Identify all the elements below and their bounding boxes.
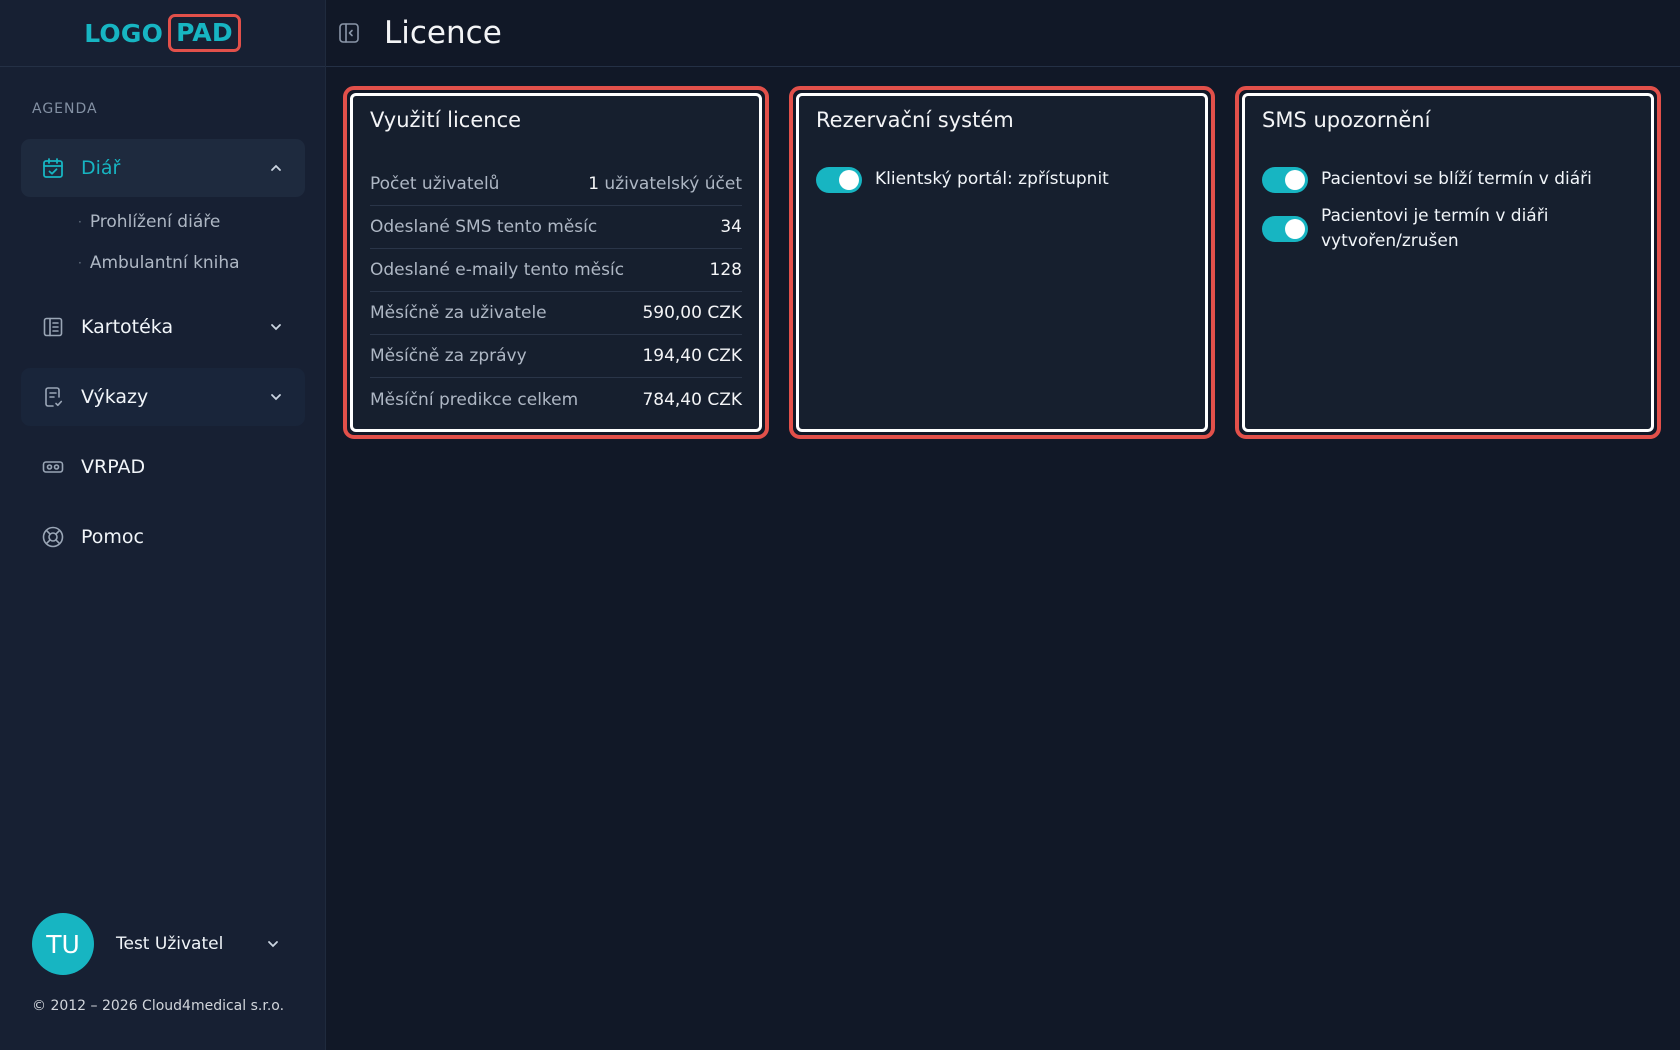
- stat-label: Počet uživatelů: [370, 174, 500, 194]
- stat-row-monthly-messages: Měsíčně za zprávy 194,40 CZK: [370, 335, 742, 378]
- card-title: SMS upozornění: [1262, 108, 1431, 132]
- sidebar-item-diar[interactable]: Diář: [21, 139, 305, 197]
- sidebar-subitem-label: Ambulantní kniha: [89, 253, 240, 273]
- license-usage-card: Využití licence Počet uživatelů 1 uživat…: [343, 86, 769, 439]
- toggle-row-upcoming-appointment: Pacientovi se blíží termín v diáři: [1262, 167, 1592, 193]
- card-body: Rezervační systém Klientský portál: zpří…: [796, 93, 1208, 432]
- sidebar-subitem-ambulantni-kniha[interactable]: · Ambulantní kniha: [78, 253, 240, 273]
- toggle-label: Pacientovi je termín v diáři vytvořen/zr…: [1321, 206, 1549, 251]
- logo-pad-text: PAD: [168, 14, 241, 52]
- logo-area: LOGO PAD: [0, 0, 325, 67]
- sidebar-item-label: Výkazy: [81, 386, 149, 408]
- toggle-row-appointment-created-cancelled: Pacientovi je termín v diáři vytvořen/zr…: [1262, 204, 1551, 254]
- stat-value: 194,40 CZK: [642, 346, 742, 366]
- calendar-check-icon: [41, 156, 65, 180]
- upcoming-appointment-toggle[interactable]: [1262, 167, 1308, 193]
- appointment-created-cancelled-toggle[interactable]: [1262, 216, 1308, 242]
- chevron-down-icon[interactable]: [266, 937, 280, 951]
- sidebar-item-label: Kartotéka: [81, 316, 174, 338]
- bullet-icon: ·: [78, 256, 82, 270]
- lifebuoy-icon: [41, 525, 65, 549]
- toggle-label: Pacientovi se blíží termín v diáři: [1321, 169, 1592, 189]
- sidebar-item-label: VRPAD: [81, 456, 146, 478]
- sidebar-subitem-label: Prohlížení diáře: [89, 212, 221, 232]
- index-card-icon: [41, 315, 65, 339]
- logo-text: LOGO: [84, 18, 164, 48]
- section-label-agenda: AGENDA: [32, 101, 98, 117]
- card-body: SMS upozornění Pacientovi se blíží termí…: [1242, 93, 1654, 432]
- stat-label: Měsíční predikce celkem: [370, 389, 579, 410]
- stat-value: 590,00 CZK: [642, 303, 742, 323]
- sms-notifications-card: SMS upozornění Pacientovi se blíží termí…: [1235, 86, 1661, 439]
- user-menu[interactable]: TU Test Uživatel: [32, 913, 280, 975]
- toggle-label: Klientský portál: zpřístupnit: [875, 169, 1109, 189]
- sidebar-collapse-icon[interactable]: [336, 20, 362, 46]
- copyright: © 2012 – 2026 Cloud4medical s.r.o.: [32, 998, 285, 1014]
- stat-value-number: 1: [588, 174, 600, 194]
- sidebar-item-vykazy[interactable]: Výkazy: [21, 368, 305, 426]
- toggle-row-client-portal: Klientský portál: zpřístupnit: [816, 167, 1109, 193]
- chevron-down-icon[interactable]: [269, 390, 283, 404]
- card-title: Využití licence: [370, 108, 522, 132]
- sidebar-item-pomoc[interactable]: Pomoc: [21, 508, 305, 566]
- user-name[interactable]: Test Uživatel: [116, 934, 256, 954]
- vr-headset-icon: [41, 455, 65, 479]
- license-stats-list: Počet uživatelů 1 uživatelský účet Odesl…: [370, 163, 742, 421]
- sidebar-item-vrpad[interactable]: VRPAD: [21, 438, 305, 496]
- stat-row-users: Počet uživatelů 1 uživatelský účet: [370, 163, 742, 206]
- avatar[interactable]: TU: [32, 913, 94, 975]
- sidebar-item-label: Pomoc: [81, 526, 144, 548]
- sidebar-item-label: Diář: [81, 157, 121, 179]
- stat-value: 1 uživatelský účet: [588, 174, 742, 194]
- chevron-up-icon[interactable]: [269, 161, 283, 175]
- stat-label: Měsíčně za zprávy: [370, 346, 527, 366]
- sidebar-subitem-prohlizeni-diare[interactable]: · Prohlížení diáře: [78, 212, 220, 232]
- card-body: Využití licence Počet uživatelů 1 uživat…: [350, 93, 762, 432]
- card-title: Rezervační systém: [816, 108, 1014, 132]
- client-portal-toggle[interactable]: [816, 167, 862, 193]
- stat-value: 34: [720, 217, 742, 237]
- stat-label: Odeslané e-maily tento měsíc: [370, 260, 625, 280]
- stat-value: 128: [709, 260, 742, 280]
- stat-row-monthly-per-user: Měsíčně za uživatele 590,00 CZK: [370, 292, 742, 335]
- stat-label: Odeslané SMS tento měsíc: [370, 217, 598, 237]
- chevron-down-icon[interactable]: [269, 320, 283, 334]
- page-title: Licence: [384, 15, 502, 51]
- logo[interactable]: LOGO PAD: [84, 14, 241, 52]
- report-icon: [41, 385, 65, 409]
- bullet-icon: ·: [78, 215, 82, 229]
- stat-row-emails: Odeslané e-maily tento měsíc 128: [370, 249, 742, 292]
- stat-row-sms: Odeslané SMS tento měsíc 34: [370, 206, 742, 249]
- stat-label: Měsíčně za uživatele: [370, 303, 547, 323]
- page-header: Licence: [326, 0, 1680, 67]
- sidebar-item-kartoteka[interactable]: Kartotéka: [21, 298, 305, 356]
- stat-value: 784,40 CZK: [642, 389, 742, 410]
- stat-row-monthly-total: Měsíční predikce celkem 784,40 CZK: [370, 378, 742, 421]
- reservation-system-card: Rezervační systém Klientský portál: zpří…: [789, 86, 1215, 439]
- stat-value-unit: uživatelský účet: [599, 174, 742, 194]
- sidebar: LOGO PAD AGENDA Diář · Prohlížení diáře …: [0, 0, 326, 1050]
